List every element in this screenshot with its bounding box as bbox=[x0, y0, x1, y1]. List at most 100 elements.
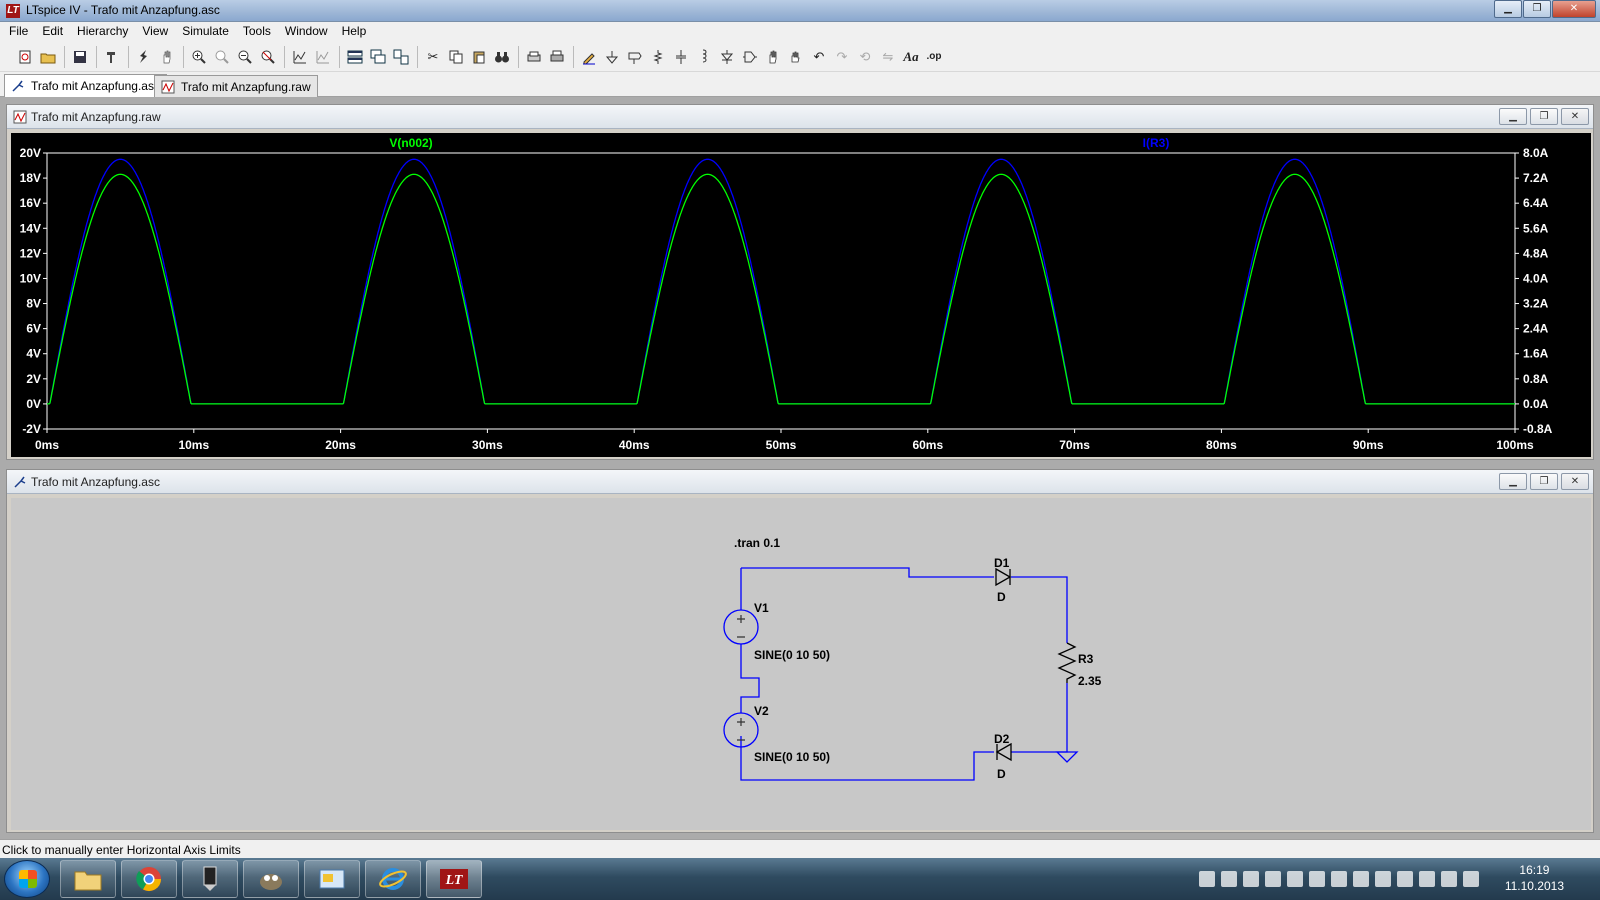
right-tick-label[interactable]: -0.8A bbox=[1523, 422, 1553, 436]
left-axis[interactable]: 20V 18V 16V 14V 12V 10V 8V 6V 4V 2V 0V -2V bbox=[20, 146, 47, 436]
tray-keyboard-icon[interactable] bbox=[1309, 871, 1325, 887]
waveform-plot-svg[interactable]: V(n002) I(R3) 20V 18V 16V 14V 12V 10V 8V 6V 4V 2V… bbox=[11, 133, 1591, 457]
bottom-tick-label[interactable]: 80ms bbox=[1206, 438, 1237, 452]
menu-file[interactable]: File bbox=[2, 22, 35, 42]
left-tick-label[interactable]: 6V bbox=[26, 322, 41, 336]
r3-value[interactable]: 2.35 bbox=[1078, 674, 1101, 688]
right-tick-label[interactable]: 5.6A bbox=[1523, 221, 1549, 235]
bottom-tick-label[interactable]: 20ms bbox=[325, 438, 356, 452]
tray-volume-icon[interactable] bbox=[1441, 871, 1457, 887]
trace-i-r3[interactable] bbox=[47, 158, 1515, 405]
waveform-restore-button[interactable]: ❐ bbox=[1530, 108, 1558, 125]
restore-button[interactable]: ❐ bbox=[1523, 0, 1551, 18]
diode-icon[interactable] bbox=[716, 46, 738, 68]
d2-model[interactable]: D bbox=[997, 767, 1006, 781]
waveform-plot[interactable]: V(n002) I(R3) 20V 18V 16V 14V 12V 10V 8V 6V 4V 2V… bbox=[11, 133, 1591, 457]
save-icon[interactable] bbox=[69, 46, 91, 68]
schematic-close-button[interactable]: ✕ bbox=[1561, 473, 1589, 490]
bottom-tick-label[interactable]: 10ms bbox=[178, 438, 209, 452]
d2-name[interactable]: D2 bbox=[994, 732, 1009, 746]
schematic-canvas[interactable]: .tran 0.1 D1 D V1 SINE(0 10 50) R3 2.35 … bbox=[11, 498, 1591, 830]
taskbar-app-button[interactable] bbox=[182, 860, 238, 898]
close-button[interactable]: ✕ bbox=[1552, 0, 1596, 18]
left-tick-label[interactable]: 4V bbox=[26, 347, 41, 361]
schematic-restore-button[interactable]: ❐ bbox=[1530, 473, 1558, 490]
bottom-tick-label[interactable]: 50ms bbox=[766, 438, 797, 452]
print-icon[interactable] bbox=[546, 46, 568, 68]
left-tick-label[interactable]: 10V bbox=[20, 271, 41, 285]
schematic-window-header[interactable]: Trafo mit Anzapfung.asc ▁ ❐ ✕ bbox=[7, 470, 1593, 494]
right-tick-label[interactable]: 2.4A bbox=[1523, 322, 1549, 336]
bottom-tick-label[interactable]: 40ms bbox=[619, 438, 650, 452]
d1-name[interactable]: D1 bbox=[994, 556, 1009, 570]
drag-hand-icon[interactable] bbox=[785, 46, 807, 68]
halt-hand-icon[interactable] bbox=[156, 46, 178, 68]
find-binoculars-icon[interactable] bbox=[491, 46, 513, 68]
tray-flag-icon[interactable] bbox=[1397, 871, 1413, 887]
left-tick-label[interactable]: 20V bbox=[20, 146, 41, 160]
zoom-pan-icon[interactable] bbox=[211, 46, 233, 68]
ground-icon[interactable] bbox=[601, 46, 623, 68]
print-preview-icon[interactable] bbox=[523, 46, 545, 68]
redo-icon[interactable]: ↷ bbox=[831, 46, 853, 68]
text-icon[interactable]: Aa bbox=[900, 46, 922, 68]
resistor-icon[interactable] bbox=[647, 46, 669, 68]
bottom-tick-label[interactable]: 90ms bbox=[1353, 438, 1384, 452]
minimize-button[interactable]: ▁ bbox=[1494, 0, 1522, 18]
menu-window[interactable]: Window bbox=[278, 22, 335, 42]
taskbar-ie-button[interactable] bbox=[365, 860, 421, 898]
menu-help[interactable]: Help bbox=[335, 22, 374, 42]
control-panel-hammer-icon[interactable] bbox=[101, 46, 123, 68]
bottom-tick-label[interactable]: 70ms bbox=[1059, 438, 1090, 452]
tile-horizontal-icon[interactable] bbox=[344, 46, 366, 68]
cut-scissors-icon[interactable]: ✂ bbox=[422, 46, 444, 68]
taskbar-chrome-button[interactable] bbox=[121, 860, 177, 898]
bottom-axis[interactable]: 0ms 10ms 20ms 30ms 40ms 50ms 60ms 70ms 80ms 90ms 1… bbox=[35, 429, 1534, 452]
start-button[interactable] bbox=[4, 860, 50, 898]
tray-app-icon[interactable] bbox=[1265, 871, 1281, 887]
waveform-minimize-button[interactable]: ▁ bbox=[1499, 108, 1527, 125]
menu-view[interactable]: View bbox=[135, 22, 175, 42]
tray-cc-icon[interactable] bbox=[1243, 871, 1259, 887]
copy-icon[interactable] bbox=[445, 46, 467, 68]
taskbar-clock[interactable]: 16:19 11.10.2013 bbox=[1505, 862, 1564, 894]
d1-model[interactable]: D bbox=[997, 590, 1006, 604]
v1-name[interactable]: V1 bbox=[754, 601, 769, 615]
paste-icon[interactable] bbox=[468, 46, 490, 68]
right-tick-label[interactable]: 0.0A bbox=[1523, 397, 1549, 411]
waveform-close-button[interactable]: ✕ bbox=[1561, 108, 1589, 125]
tray-penguin-icon[interactable] bbox=[1287, 871, 1303, 887]
menu-edit[interactable]: Edit bbox=[35, 22, 70, 42]
trace-label-i-r3[interactable]: I(R3) bbox=[1143, 136, 1170, 150]
capacitor-icon[interactable] bbox=[670, 46, 692, 68]
tray-desktop-icon[interactable] bbox=[1463, 871, 1479, 887]
left-tick-label[interactable]: -2V bbox=[22, 422, 41, 436]
zoom-in-icon[interactable] bbox=[188, 46, 210, 68]
tray-network-icon[interactable] bbox=[1199, 871, 1215, 887]
right-tick-label[interactable]: 3.2A bbox=[1523, 297, 1549, 311]
menu-simulate[interactable]: Simulate bbox=[175, 22, 236, 42]
autorange-icon[interactable] bbox=[289, 46, 311, 68]
zoom-out-icon[interactable] bbox=[234, 46, 256, 68]
trace-label-v-n002[interactable]: V(n002) bbox=[389, 136, 432, 150]
draw-wire-pencil-icon[interactable] bbox=[578, 46, 600, 68]
tab-schematic[interactable]: Trafo mit Anzapfung.asc bbox=[4, 74, 167, 97]
delete-trace-icon[interactable] bbox=[312, 46, 334, 68]
right-tick-label[interactable]: 7.2A bbox=[1523, 171, 1549, 185]
bottom-tick-label[interactable]: 100ms bbox=[1496, 438, 1534, 452]
taskbar-explorer-button[interactable] bbox=[60, 860, 116, 898]
right-tick-label[interactable]: 1.6A bbox=[1523, 347, 1549, 361]
menu-hierarchy[interactable]: Hierarchy bbox=[70, 22, 135, 42]
tray-shield-icon[interactable] bbox=[1221, 871, 1237, 887]
run-simulation-icon[interactable] bbox=[133, 46, 155, 68]
rotate-icon[interactable]: ⟲ bbox=[854, 46, 876, 68]
right-tick-label[interactable]: 0.8A bbox=[1523, 372, 1549, 386]
mirror-icon[interactable]: ⇋ bbox=[877, 46, 899, 68]
label-net-icon[interactable] bbox=[624, 46, 646, 68]
bottom-tick-label[interactable]: 30ms bbox=[472, 438, 503, 452]
right-axis[interactable]: 8.0A 7.2A 6.4A 5.6A 4.8A 4.0A 3.2A 2.4A 1.6A 0.8A… bbox=[1515, 146, 1553, 436]
spice-directive-icon[interactable]: .op bbox=[923, 46, 945, 68]
right-tick-label[interactable]: 4.0A bbox=[1523, 271, 1549, 285]
v2-value[interactable]: SINE(0 10 50) bbox=[754, 750, 830, 764]
tran-directive[interactable]: .tran 0.1 bbox=[734, 536, 780, 550]
